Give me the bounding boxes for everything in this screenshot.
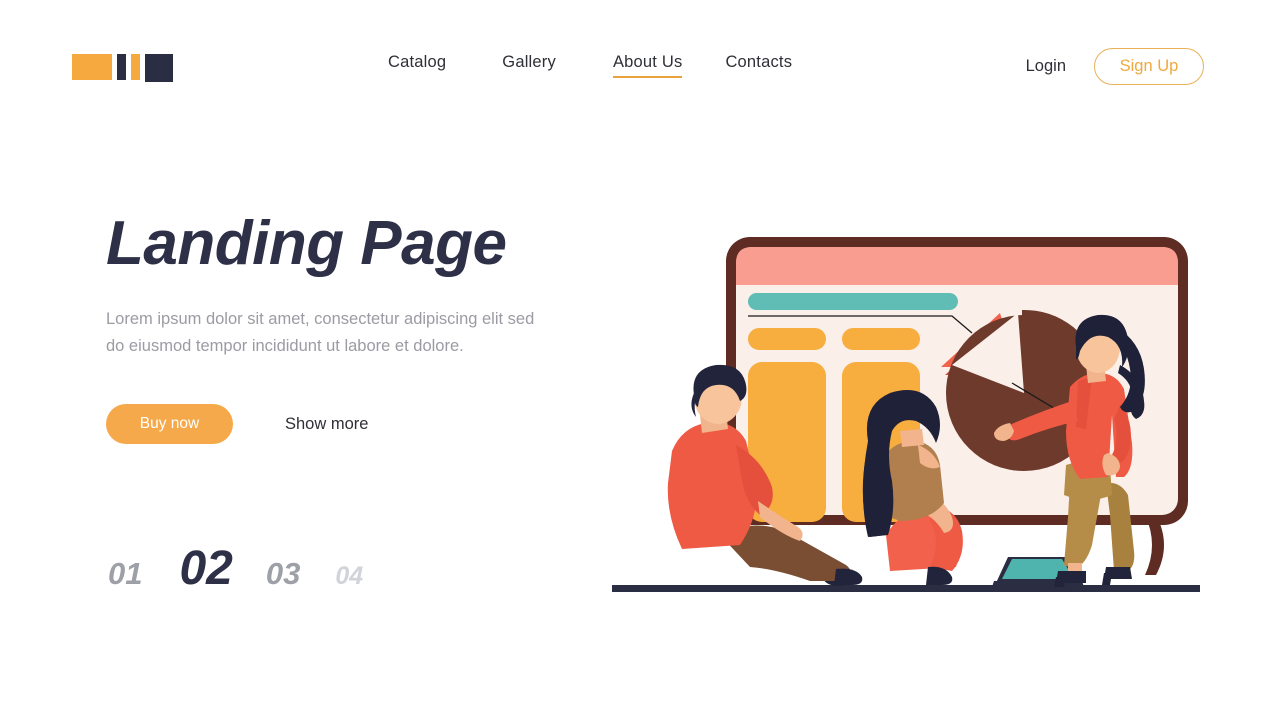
main-navigation: Catalog Gallery About Us Contacts <box>388 53 792 78</box>
signup-button[interactable]: Sign Up <box>1094 48 1204 85</box>
nav-item-about-us[interactable]: About Us <box>612 53 683 78</box>
business-presentation-illustration <box>600 215 1220 615</box>
login-link[interactable]: Login <box>1026 57 1066 76</box>
chart-title-bar <box>748 293 958 310</box>
buy-now-button[interactable]: Buy now <box>106 404 233 444</box>
slide-pagination: 01 02 03 04 <box>108 545 363 593</box>
landing-page: Catalog Gallery About Us Contacts Login … <box>0 0 1280 720</box>
bar-label-1 <box>748 328 826 350</box>
hero-content: Landing Page Lorem ipsum dolor sit amet,… <box>106 209 576 444</box>
slide-number-02[interactable]: 02 <box>179 545 232 593</box>
cta-row: Buy now Show more <box>106 404 368 444</box>
slide-number-03[interactable]: 03 <box>266 558 300 589</box>
slide-number-04[interactable]: 04 <box>335 564 363 589</box>
logo-block-1 <box>72 54 112 80</box>
board-header-bar <box>736 247 1178 285</box>
nav-item-catalog[interactable]: Catalog <box>388 53 446 78</box>
brand-logo[interactable] <box>72 54 173 82</box>
ground-line <box>612 585 1200 592</box>
nav-item-contacts[interactable]: Contacts <box>725 53 792 78</box>
show-more-link[interactable]: Show more <box>285 415 368 434</box>
auth-actions: Login Sign Up <box>1026 48 1204 85</box>
slide-number-01[interactable]: 01 <box>108 558 142 589</box>
page-title: Landing Page <box>106 209 507 278</box>
logo-block-3 <box>131 54 140 80</box>
logo-block-4 <box>145 54 173 82</box>
nav-item-gallery[interactable]: Gallery <box>502 53 556 78</box>
bar-label-2 <box>842 328 920 350</box>
site-header: Catalog Gallery About Us Contacts Login … <box>0 0 1280 130</box>
hero-subtitle: Lorem ipsum dolor sit amet, consectetur … <box>106 310 535 355</box>
logo-block-2 <box>117 54 126 80</box>
